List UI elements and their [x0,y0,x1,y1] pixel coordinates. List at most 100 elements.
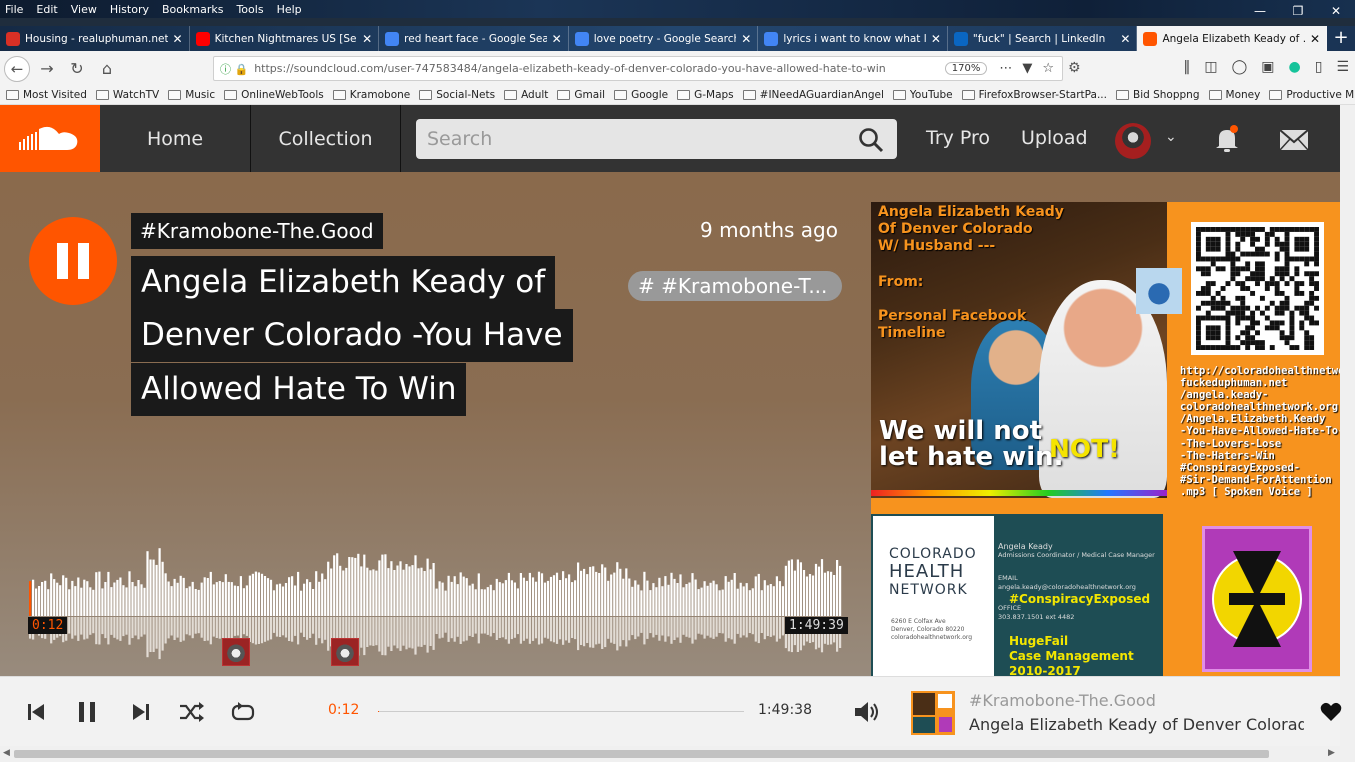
pocket-icon[interactable]: ▼ [1022,61,1032,76]
bookmark-item[interactable]: Google [614,89,668,101]
messages-icon[interactable] [1279,129,1309,151]
track-hero: #Kramobone-The.Good Angela Elizabeth Kea… [0,172,1340,676]
bookmark-label: #INeedAGuardianAngel [759,89,884,101]
browser-tab[interactable]: "fuck" | Search | LinkedIn ✕ [948,26,1138,51]
bookmark-star-icon[interactable]: ☆ [1042,61,1054,76]
reload-icon[interactable]: ↻ [64,56,90,82]
menu-tools[interactable]: Tools [236,3,263,16]
maximize-icon[interactable]: ❐ [1279,0,1317,22]
scrollbar-thumb[interactable] [14,750,1269,758]
bookmark-item[interactable]: Music [168,89,215,101]
page-actions-icon[interactable]: ⋯ [999,61,1012,76]
sidebar-icon[interactable]: ◫ [1204,59,1217,75]
folder-icon [961,90,975,100]
close-tab-icon[interactable]: ✕ [931,32,941,46]
grammarly-icon[interactable]: ● [1289,59,1301,75]
menu-help[interactable]: Help [277,3,302,16]
track-artwork[interactable]: Angela Elizabeth Keady Of Denver Colorad… [871,202,1340,676]
repeat-icon[interactable] [230,699,256,725]
pause-button[interactable] [29,217,117,305]
previous-icon[interactable] [24,699,50,725]
progress-bar[interactable] [378,711,744,712]
scroll-right-icon[interactable]: ▶ [1328,748,1335,758]
menu-view[interactable]: View [71,3,97,16]
close-tab-icon[interactable]: ✕ [552,32,562,46]
browser-tab[interactable]: lyrics i want to know what lov... ✕ [758,26,948,51]
artwork-not: NOT! [1049,434,1120,463]
now-playing-title[interactable]: Angela Elizabeth Keady of Denver Colorad… [969,715,1304,734]
close-window-icon[interactable]: ✕ [1317,0,1355,22]
notification-bell-icon[interactable] [1214,125,1240,153]
now-playing-artwork[interactable] [911,691,955,735]
nav-home[interactable]: Home [100,105,251,172]
screen-icon[interactable]: ▣ [1261,59,1274,75]
pause-icon[interactable] [74,699,100,725]
bookmark-item[interactable]: Productive Mind Gam... [1269,89,1355,101]
now-playing-artist[interactable]: #Kramobone-The.Good [969,691,1156,710]
close-tab-icon[interactable]: ✕ [1120,32,1130,46]
try-pro-link[interactable]: Try Pro [926,127,990,149]
close-tab-icon[interactable]: ✕ [362,32,372,46]
vertical-scrollbar[interactable] [1340,105,1355,762]
url-bar[interactable]: ⓘ 🔒 https://soundcloud.com/user-74758348… [213,56,1063,81]
chevron-down-icon[interactable]: ⌄ [1165,129,1177,145]
close-tab-icon[interactable]: ✕ [741,32,751,46]
browser-tab[interactable]: red heart face - Google Search ✕ [379,26,569,51]
shuffle-icon[interactable] [178,699,204,725]
forward-icon[interactable]: → [34,56,60,82]
bookmark-item[interactable]: #INeedAGuardianAngel [742,89,884,101]
comment-avatar[interactable] [331,638,359,666]
library-icon[interactable]: ‖ [1183,59,1190,75]
zoom-level[interactable]: 170% [944,62,988,75]
volume-icon[interactable] [852,699,880,725]
bookmark-item[interactable]: FirefoxBrowser-StartPa... [961,89,1107,101]
bookmark-item[interactable]: Bid Shoppng [1115,89,1200,101]
bookmark-item[interactable]: WatchTV [95,89,160,101]
browser-tab[interactable]: Angela Elizabeth Keady of ... ✕ [1137,26,1328,51]
scroll-left-icon[interactable]: ◀ [3,748,10,758]
search-input[interactable] [416,119,897,159]
bookmark-item[interactable]: OnlineWebTools [224,89,324,101]
home-icon[interactable]: ⌂ [94,56,120,82]
bookmark-item[interactable]: Money [1208,89,1260,101]
search-icon[interactable] [858,127,884,153]
soundcloud-logo-icon[interactable] [0,105,100,172]
app-menu-icon[interactable]: ☰ [1336,59,1349,75]
bookmark-label: WatchTV [112,89,160,101]
browser-tab[interactable]: Kitchen Nightmares US [Se... ✕ [190,26,380,51]
close-tab-icon[interactable]: ✕ [1310,32,1320,46]
menu-history[interactable]: History [110,3,149,16]
browser-tab[interactable]: Housing - realuphuman.net@... ✕ [0,26,190,51]
bookmark-item[interactable]: Social-Nets [419,89,495,101]
url-text[interactable]: https://soundcloud.com/user-747583484/an… [254,62,945,75]
tablet-icon[interactable]: ▯ [1315,59,1323,75]
bookmark-item[interactable]: Most Visited [6,89,87,101]
sync-icon[interactable]: ◯ [1232,59,1248,75]
menu-edit[interactable]: Edit [36,3,57,16]
like-heart-icon[interactable] [1320,702,1342,722]
genre-tag[interactable]: # #Kramobone-T... [628,271,842,301]
bookmark-item[interactable]: YouTube [892,89,953,101]
window-controls: — ❐ ✕ [1241,0,1355,26]
horizontal-scrollbar[interactable]: ◀ ▶ [0,746,1340,762]
upload-link[interactable]: Upload [1021,127,1088,149]
next-icon[interactable] [127,699,153,725]
browser-tab[interactable]: love poetry - Google Search ✕ [569,26,759,51]
bookmark-item[interactable]: Adult [504,89,548,101]
nav-collection[interactable]: Collection [251,105,401,172]
bookmark-item[interactable]: Kramobone [332,89,410,101]
back-icon[interactable]: ← [4,55,30,82]
new-tab-icon[interactable]: + [1327,26,1355,51]
waveform[interactable] [29,524,842,676]
track-artist[interactable]: #Kramobone-The.Good [131,213,383,249]
folder-icon [1269,90,1283,100]
avatar[interactable] [1115,123,1151,159]
menu-file[interactable]: File [5,3,23,16]
close-tab-icon[interactable]: ✕ [173,32,183,46]
extension-icon[interactable]: ⚙ [1068,60,1081,76]
minimize-icon[interactable]: — [1241,0,1279,22]
comment-avatar[interactable] [222,638,250,666]
menu-bookmarks[interactable]: Bookmarks [162,3,223,16]
bookmark-item[interactable]: Gmail [557,89,605,101]
bookmark-item[interactable]: G-Maps [677,89,734,101]
